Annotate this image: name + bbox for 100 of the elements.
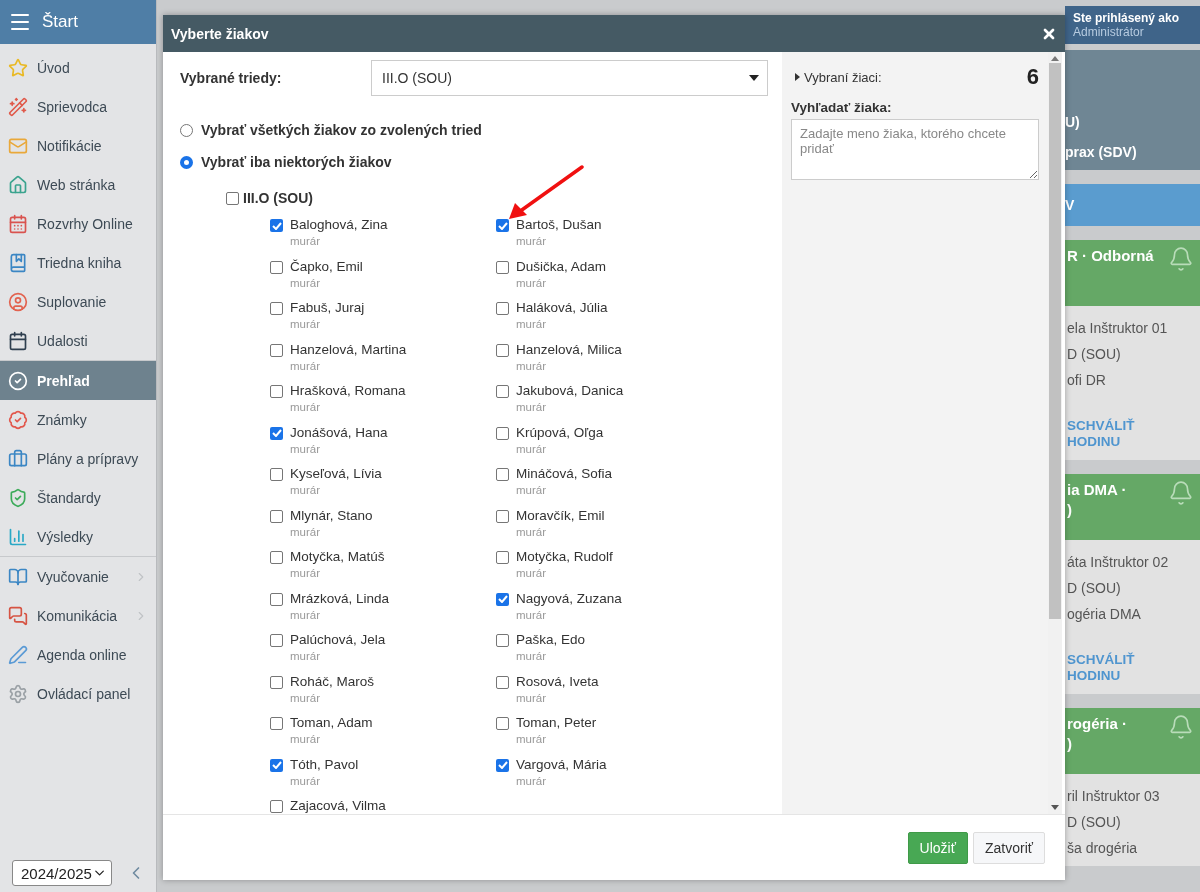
checkbox[interactable] — [270, 551, 283, 564]
student-name: Čapko, Emil — [290, 257, 364, 276]
sidebar-item[interactable]: Prehľad — [0, 361, 156, 400]
checkbox[interactable] — [496, 260, 509, 274]
student-name: Baloghová, Zina — [290, 216, 389, 234]
sidebar-item[interactable]: Triedna kniha — [0, 243, 156, 282]
student-profession: murár — [290, 441, 322, 456]
checkbox[interactable] — [270, 343, 283, 357]
sidebar-item[interactable]: Web stránka — [0, 165, 156, 204]
lesson-title: R · Odborná — [1067, 246, 1154, 266]
checkbox[interactable] — [496, 426, 509, 440]
sidebar-item[interactable]: Notifikácie — [0, 126, 156, 165]
sidebar-item[interactable]: Výsledky — [0, 517, 156, 556]
student-name: Moravčík, Emil — [516, 506, 606, 525]
star-icon — [8, 57, 28, 78]
student-profession: murár — [290, 690, 322, 705]
checkbox[interactable] — [496, 717, 509, 730]
caret-icon — [795, 73, 800, 81]
checkbox[interactable] — [270, 260, 283, 274]
student-profession: murár — [516, 358, 548, 373]
lesson-detail: D (SOU) — [1067, 346, 1122, 362]
student-name: Toman, Adam — [290, 714, 374, 732]
sidebar-item[interactable]: Úvod — [0, 48, 156, 87]
checkbox[interactable] — [496, 468, 509, 481]
radio-button[interactable] — [180, 123, 193, 137]
calendar-icon — [8, 330, 28, 351]
student-name: Toman, Peter — [516, 714, 598, 732]
checkbox[interactable] — [270, 758, 283, 772]
checkbox[interactable] — [270, 468, 283, 481]
radio-label: Vybrať všetkých žiakov zo zvolených tried — [201, 122, 482, 138]
sidebar-item[interactable]: Udalosti — [0, 321, 156, 360]
sidebar-item[interactable]: Ovládací panel — [0, 674, 156, 713]
checkbox[interactable] — [496, 634, 509, 647]
student-profession: murár — [290, 358, 322, 373]
sidebar-item[interactable]: Štandardy — [0, 478, 156, 517]
class-select[interactable]: III.O (SOU) — [371, 60, 768, 96]
student-profession: murár — [516, 566, 548, 580]
settings-icon — [8, 683, 28, 704]
checkbox[interactable] — [270, 675, 283, 689]
checkbox[interactable] — [496, 385, 509, 398]
student-profession: murár — [516, 234, 548, 248]
radio-button[interactable] — [180, 155, 193, 169]
checkbox[interactable] — [496, 302, 509, 315]
student-search-field[interactable]: Zadajte meno žiaka, ktorého chcete pridať — [791, 119, 1039, 180]
checkbox[interactable] — [496, 509, 509, 523]
student-name: Jakubová, Danica — [516, 382, 625, 400]
check-badge-icon — [8, 370, 28, 391]
checkbox[interactable] — [270, 426, 283, 440]
checkbox[interactable] — [496, 758, 509, 772]
checkbox[interactable] — [496, 551, 509, 564]
sidebar-item[interactable]: Sprievodca — [0, 87, 156, 126]
year-select[interactable]: 2024/2025 — [12, 860, 112, 886]
student-profession: murár — [516, 649, 548, 663]
checkbox[interactable] — [496, 675, 509, 689]
student-profession: murár — [290, 773, 322, 788]
scroll-bar[interactable] — [1048, 52, 1062, 814]
magic-wand-icon — [8, 96, 28, 117]
student-profession: murár — [290, 234, 322, 248]
sidebar-item[interactable]: Suplovanie — [0, 282, 156, 321]
selected-count: 6 — [1026, 64, 1039, 90]
checkbox[interactable] — [270, 509, 283, 523]
sidebar-item[interactable]: Plány a prípravy — [0, 439, 156, 478]
student-profession: murár — [290, 566, 322, 580]
student-profession: murár — [516, 441, 548, 456]
selected-students-toggle[interactable]: Vybraní žiaci: — [795, 69, 882, 85]
student-profession: murár — [516, 524, 548, 539]
student-profession: murár — [516, 275, 548, 290]
student-profession: murár — [516, 400, 548, 414]
checkbox[interactable] — [270, 592, 283, 606]
lesson-detail: D (SOU) — [1067, 814, 1122, 830]
sidebar-item[interactable]: Vyučovanie — [0, 557, 156, 596]
checkbox[interactable] — [270, 717, 283, 730]
sidebar-item[interactable]: Známky — [0, 400, 156, 439]
lesson-detail: ril Inštruktor 03 — [1067, 788, 1161, 804]
scroll-down-icon[interactable] — [1051, 805, 1059, 810]
scroll-up-icon[interactable] — [1051, 56, 1059, 61]
checkbox[interactable] — [270, 634, 283, 647]
student-profession: murár — [290, 400, 322, 414]
student-profession: murár — [516, 317, 548, 331]
lesson-detail: ša drogéria — [1067, 840, 1139, 856]
checkbox[interactable] — [226, 191, 239, 205]
dialog-title: Vyberte žiakov — [171, 25, 269, 42]
lesson-detail: áta Inštruktor 02 — [1067, 554, 1170, 570]
checkbox[interactable] — [496, 219, 509, 232]
close-button[interactable]: Zatvoriť — [972, 831, 1045, 864]
checkbox[interactable] — [270, 302, 283, 315]
lesson-title: ia DMA · ) — [1067, 480, 1127, 520]
checkbox[interactable] — [496, 592, 509, 606]
checkbox[interactable] — [270, 385, 283, 398]
sidebar-item[interactable]: Rozvrhy Online — [0, 204, 156, 243]
student-profession: murár — [290, 524, 322, 539]
lesson-detail: ela Inštruktor 01 — [1067, 320, 1169, 336]
lesson-detail: ofi DR — [1067, 372, 1107, 388]
checkbox[interactable] — [270, 219, 283, 232]
sidebar-item[interactable]: Komunikácia — [0, 596, 156, 635]
checkbox[interactable] — [270, 800, 283, 813]
sidebar-item[interactable]: Agenda online — [0, 635, 156, 674]
checkbox[interactable] — [496, 343, 509, 357]
student-profession: murár — [516, 773, 548, 788]
student-name: Mrázková, Linda — [290, 589, 391, 608]
